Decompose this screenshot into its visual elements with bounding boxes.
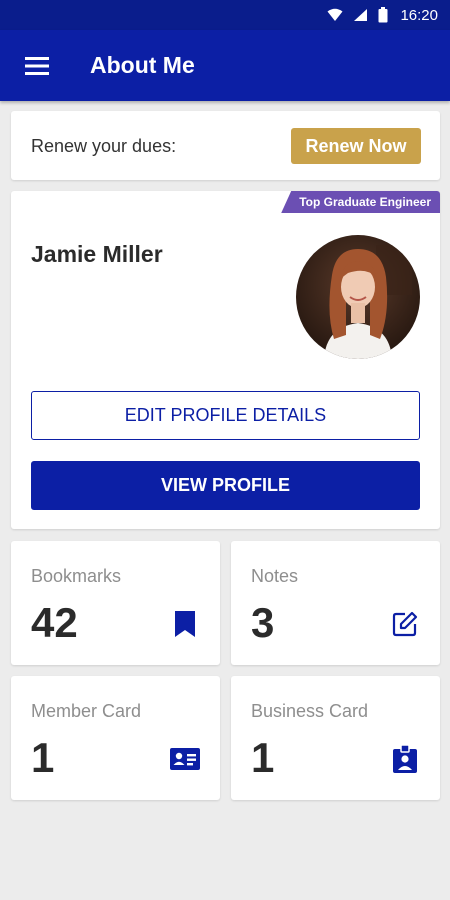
status-bar: 16:20 [0, 0, 450, 30]
notes-tile[interactable]: Notes 3 [231, 541, 440, 665]
tile-label: Notes [251, 566, 299, 586]
tile-count: 1 [251, 734, 275, 781]
avatar[interactable] [296, 235, 420, 359]
achievement-badge: Top Graduate Engineer [281, 191, 440, 213]
tile-label: Bookmarks [31, 566, 122, 586]
tile-count: 1 [31, 734, 55, 781]
app-bar: About Me [0, 30, 450, 101]
tile-label: Member Card [31, 701, 142, 721]
profile-card: Top Graduate Engineer Jamie Miller EDIT … [11, 191, 440, 529]
id-card-icon [170, 744, 200, 774]
edit-profile-details-button[interactable]: EDIT PROFILE DETAILS [31, 391, 420, 440]
profile-name: Jamie Miller [31, 241, 163, 267]
bookmark-icon [170, 609, 200, 639]
member-card-tile[interactable]: Member Card 1 [11, 676, 220, 800]
bookmarks-tile[interactable]: Bookmarks 42 [11, 541, 220, 665]
page-title: About Me [90, 52, 195, 78]
signal-icon [353, 8, 368, 22]
tile-count: 3 [251, 599, 275, 646]
status-time: 16:20 [400, 6, 438, 24]
renew-dues-card: Renew your dues: Renew Now [11, 111, 440, 180]
hamburger-menu-icon[interactable] [20, 49, 54, 83]
wifi-icon [327, 8, 343, 22]
renew-dues-label: Renew your dues: [31, 136, 177, 156]
edit-note-icon [390, 609, 420, 639]
business-card-tile[interactable]: Business Card 1 [231, 676, 440, 800]
view-profile-button[interactable]: VIEW PROFILE [31, 461, 420, 510]
renew-now-button[interactable]: Renew Now [291, 128, 421, 164]
contact-badge-icon [390, 744, 420, 774]
battery-icon [378, 7, 388, 23]
tile-count: 42 [31, 599, 78, 646]
tile-label: Business Card [251, 701, 369, 721]
